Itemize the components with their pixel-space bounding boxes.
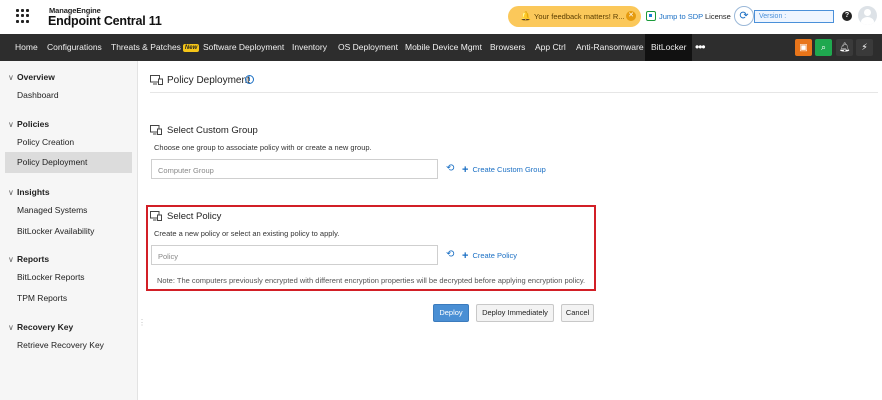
group-monitor-icon bbox=[150, 125, 162, 135]
policy-monitor-icon bbox=[150, 211, 162, 221]
nav-inventory[interactable]: Inventory bbox=[292, 34, 327, 61]
refresh-icon[interactable]: ⟳ bbox=[734, 6, 754, 26]
cancel-button[interactable]: Cancel bbox=[561, 304, 594, 322]
select-policy-description: Create a new policy or select an existin… bbox=[154, 229, 340, 238]
nav-anti-ransomware[interactable]: Anti-Ransomware bbox=[576, 34, 644, 61]
chevron-down-icon: ∨ bbox=[8, 120, 14, 129]
nav-alert-icon[interactable]: ▣ bbox=[795, 39, 812, 56]
nav-more-icon[interactable]: ••• bbox=[695, 34, 706, 61]
reload-policies-icon[interactable]: ⟲ bbox=[446, 250, 456, 260]
nav-browsers[interactable]: Browsers bbox=[490, 34, 525, 61]
chevron-down-icon: ∨ bbox=[8, 73, 14, 82]
sidebar-item-retrieve-recovery-key[interactable]: Retrieve Recovery Key bbox=[17, 340, 104, 350]
encryption-note: Note: The computers previously encrypted… bbox=[157, 276, 586, 285]
nav-home[interactable]: Home bbox=[15, 34, 38, 61]
divider bbox=[150, 92, 878, 93]
nav-threats-patches-label: Threats & Patches bbox=[111, 42, 181, 52]
sidebar-section-title: Recovery Key bbox=[17, 322, 74, 332]
product-name[interactable]: Endpoint Central 11 bbox=[48, 14, 162, 28]
sidebar-item-managed-systems[interactable]: Managed Systems bbox=[17, 205, 87, 215]
nav-app-ctrl[interactable]: App Ctrl bbox=[535, 34, 566, 61]
nav-bolt-icon[interactable]: ⚡︎ bbox=[856, 39, 873, 56]
custom-group-title: Select Custom Group bbox=[167, 125, 258, 136]
nav-bell-icon[interactable]: 🔔︎ bbox=[836, 39, 853, 56]
jump-to-sdp-link[interactable]: Jump to SDP bbox=[659, 12, 703, 21]
create-policy-label: Create Policy bbox=[472, 251, 518, 260]
nav-configurations[interactable]: Configurations bbox=[47, 34, 102, 61]
page-title: Policy Deployment bbox=[167, 75, 250, 86]
sidebar-item-dashboard[interactable]: Dashboard bbox=[17, 90, 59, 100]
feedback-bell-icon: 🔔 bbox=[520, 11, 532, 21]
sidebar-section-title: Reports bbox=[17, 254, 50, 264]
sidebar-section-overview[interactable]: ∨ Overview bbox=[8, 72, 55, 82]
deploy-button[interactable]: Deploy bbox=[433, 304, 469, 322]
policy-placeholder: Policy bbox=[158, 252, 179, 261]
version-label: Version : bbox=[759, 13, 787, 20]
sidebar-collapse-handle[interactable]: ⋮ bbox=[138, 316, 146, 330]
sidebar-section-insights[interactable]: ∨ Insights bbox=[8, 187, 50, 197]
sidebar-item-policy-creation[interactable]: Policy Creation bbox=[17, 137, 74, 147]
chevron-down-icon: ∨ bbox=[8, 188, 14, 197]
sidebar-section-reports[interactable]: ∨ Reports bbox=[8, 254, 49, 264]
new-badge: New bbox=[182, 44, 200, 52]
reload-groups-icon[interactable]: ⟲ bbox=[446, 164, 456, 174]
custom-group-description: Choose one group to associate policy wit… bbox=[154, 143, 372, 152]
chevron-down-icon: ∨ bbox=[8, 323, 14, 332]
user-avatar[interactable] bbox=[858, 6, 877, 25]
create-custom-group-label: Create Custom Group bbox=[472, 165, 546, 174]
sidebar: ∨ Overview Dashboard ∨ Policies Policy Cre… bbox=[0, 61, 138, 400]
main-nav: Home Configurations Threats & Patches New… bbox=[0, 34, 882, 61]
select-policy-title: Select Policy bbox=[167, 211, 222, 222]
license-link[interactable]: License bbox=[705, 12, 731, 21]
computer-group-placeholder: Computer Group bbox=[158, 166, 214, 175]
nav-software-deployment[interactable]: Software Deployment bbox=[203, 34, 284, 61]
nav-bitlocker[interactable]: BitLocker bbox=[645, 34, 693, 61]
plus-icon: + bbox=[462, 250, 469, 262]
nav-threats-patches[interactable]: Threats & Patches New bbox=[111, 34, 200, 61]
sidebar-section-policies[interactable]: ∨ Policies bbox=[8, 119, 49, 129]
policy-input[interactable]: Policy bbox=[151, 245, 438, 265]
feedback-close-icon[interactable]: ✕ bbox=[626, 11, 636, 21]
sidebar-section-title: Insights bbox=[17, 187, 50, 197]
plus-icon: + bbox=[462, 164, 469, 176]
sidebar-item-bitlocker-availability[interactable]: BitLocker Availability bbox=[17, 226, 94, 236]
feedback-banner[interactable]: 🔔 Your feedback matters! R... ✕ bbox=[508, 6, 641, 27]
create-policy-link[interactable]: + Create Policy bbox=[462, 250, 517, 262]
deploy-immediately-button[interactable]: Deploy Immediately bbox=[476, 304, 554, 322]
nav-mobile-device-mgmt[interactable]: Mobile Device Mgmt bbox=[405, 34, 482, 61]
sdp-icon bbox=[646, 11, 656, 21]
deploy-monitor-icon bbox=[150, 75, 163, 85]
app-grid-icon[interactable] bbox=[16, 9, 30, 23]
nav-os-deployment[interactable]: OS Deployment bbox=[338, 34, 398, 61]
feedback-text: Your feedback matters! R... bbox=[534, 12, 625, 21]
sidebar-section-title: Overview bbox=[17, 72, 55, 82]
computer-group-input[interactable]: Computer Group bbox=[151, 159, 438, 179]
sidebar-section-recovery-key[interactable]: ∨ Recovery Key bbox=[8, 322, 73, 332]
nav-search-icon[interactable]: ⌕ bbox=[815, 39, 832, 56]
app-header: ManageEngine Endpoint Central 11 🔔 Your … bbox=[0, 0, 882, 34]
create-custom-group-link[interactable]: + Create Custom Group bbox=[462, 164, 546, 176]
help-icon[interactable]: ? bbox=[842, 11, 852, 21]
sidebar-item-tpm-reports[interactable]: TPM Reports bbox=[17, 293, 67, 303]
version-field[interactable]: Version : bbox=[754, 10, 834, 23]
sidebar-item-policy-deployment[interactable]: Policy Deployment bbox=[5, 152, 132, 173]
info-icon[interactable]: i bbox=[245, 75, 254, 84]
sidebar-item-bitlocker-reports[interactable]: BitLocker Reports bbox=[17, 272, 85, 282]
sidebar-section-title: Policies bbox=[17, 119, 50, 129]
chevron-down-icon: ∨ bbox=[8, 255, 14, 264]
